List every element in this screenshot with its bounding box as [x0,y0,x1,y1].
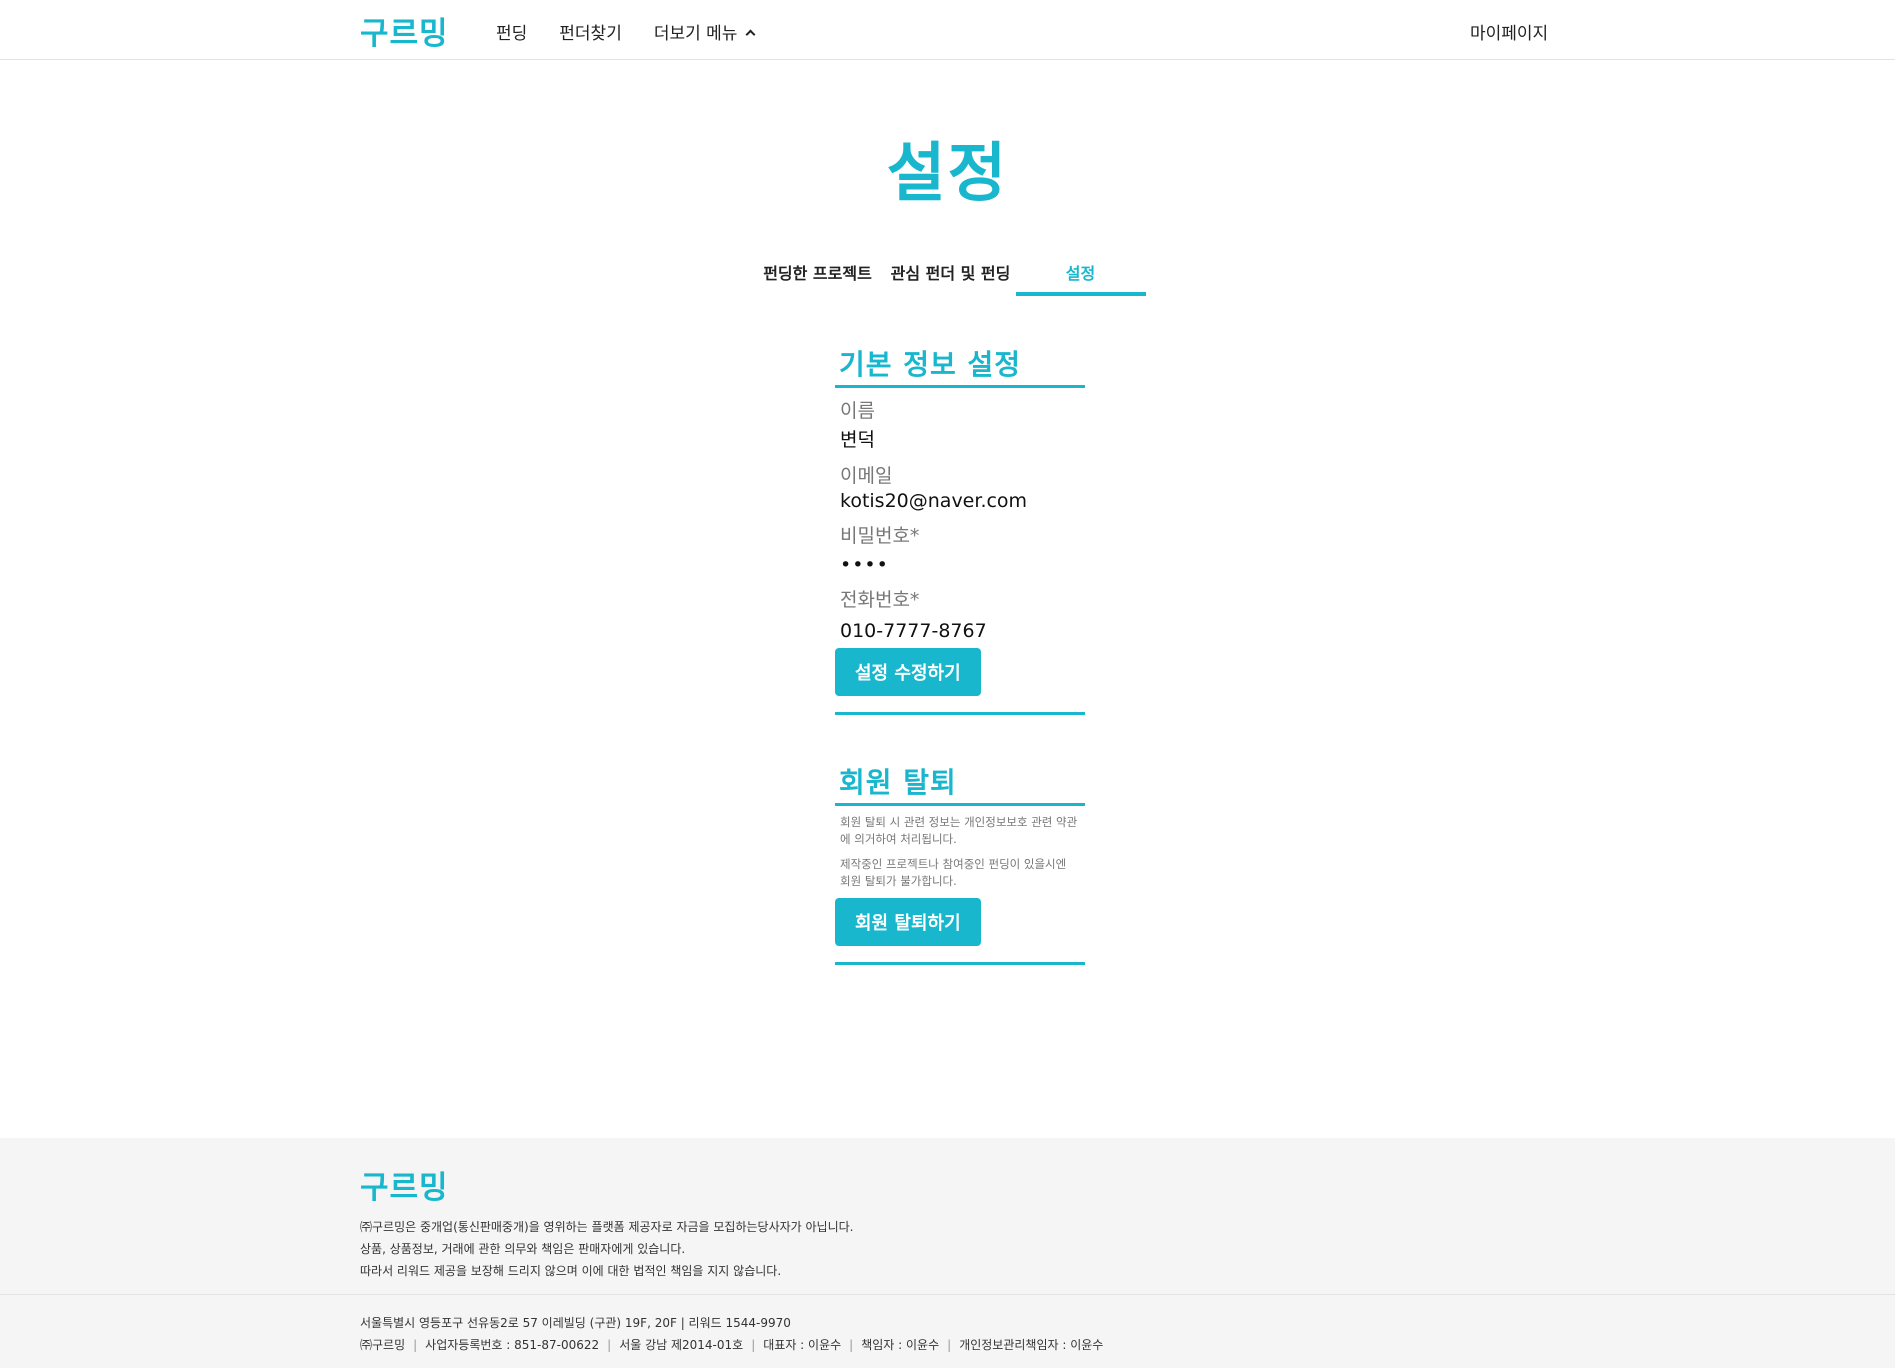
withdraw-note-1: 회원 탈퇴 시 관련 정보는 개인정보보호 관련 약관 에 의거하여 처리됩니다… [835,814,1085,848]
footer-business-row: ㈜구르밍 | 사업자등록번호 : 851-87-00622 | 서울 강남 제2014-… [360,1334,1103,1356]
logo[interactable]: 구르밍 [360,8,449,53]
basic-info-section: 기본 정보 설정 이름 변덕 이메일 kotis20@naver.com 비밀번… [835,343,1085,715]
nav-find-funder[interactable]: 펀더찾기 [559,19,622,44]
section-divider [835,712,1085,715]
withdraw-button[interactable]: 회원 탈퇴하기 [835,898,981,946]
footer-divider [0,1294,1895,1295]
mypage-link[interactable]: 마이페이지 [1470,19,1548,44]
footer-line: 따라서 리워드 제공을 보장해 드리지 않으며 이에 대한 법적인 책임을 지지… [360,1264,782,1278]
footer-registration: 서울 강남 제2014-01호 [619,1338,744,1352]
footer-privacy-manager: 개인정보관리책임자 : 이윤수 [959,1338,1104,1352]
email-label: 이메일 [840,465,893,487]
nav-funding[interactable]: 펀딩 [496,19,527,44]
tab-funded-projects[interactable]: 펀딩한 프로젝트 [750,258,886,296]
separator: | [947,1338,952,1352]
separator: | [413,1338,418,1352]
chevron-up-icon [746,29,756,39]
page-title: 설정 [886,137,1009,211]
password-label: 비밀번호* [840,525,920,547]
withdraw-section: 회원 탈퇴 회원 탈퇴 시 관련 정보는 개인정보보호 관련 약관 에 의거하여… [835,761,1085,965]
name-label: 이름 [840,400,875,422]
footer-company-info: 서울특별시 영등포구 선유동2로 57 이레빌딩 (구관) 19F, 20F |… [360,1312,1103,1356]
nav-more-label: 더보기 메뉴 [653,24,738,44]
password-value: •••• [840,554,889,576]
nav-more-menu[interactable]: 더보기 메뉴 [653,19,756,44]
top-navbar: 구르밍 펀딩 펀더찾기 더보기 메뉴 마이페이지 [0,0,1895,60]
main-nav: 펀딩 펀더찾기 더보기 메뉴 [496,19,786,44]
section-divider [835,962,1085,965]
footer-manager: 책임자 : 이윤수 [861,1338,940,1352]
separator: | [849,1338,854,1352]
footer: 구르밍 ㈜구르밍은 중개업(통신판매중개)을 영위하는 플랫폼 제공자로 자금을… [0,1138,1895,1368]
footer-line: ㈜구르밍은 중개업(통신판매중개)을 영위하는 플랫폼 제공자로 자금을 모집하… [360,1220,854,1234]
phone-value: 010-7777-8767 [840,620,987,642]
withdraw-title: 회원 탈퇴 [835,761,1085,806]
phone-label: 전화번호* [840,589,920,611]
withdraw-note-1-line-2: 에 의거하여 처리됩니다. [840,832,957,846]
separator: | [607,1338,612,1352]
withdraw-note-2: 제작중인 프로젝트나 참여중인 펀딩이 있을시엔 회원 탈퇴가 불가합니다. [835,856,1085,890]
withdraw-note-1-line-1: 회원 탈퇴 시 관련 정보는 개인정보보호 관련 약관 [840,815,1078,829]
basic-info-title: 기본 정보 설정 [835,343,1085,388]
email-value: kotis20@naver.com [840,490,1028,512]
tab-settings[interactable]: 설정 [1015,258,1146,296]
withdraw-note-2-line-1: 제작중인 프로젝트나 참여중인 펀딩이 있을시엔 [840,857,1067,871]
footer-business-no: 사업자등록번호 : 851-87-00622 [425,1338,600,1352]
update-settings-button[interactable]: 설정 수정하기 [835,648,981,696]
withdraw-note-2-line-2: 회원 탈퇴가 불가합니다. [840,874,957,888]
tab-favorites[interactable]: 관심 펀더 및 펀딩 [886,258,1016,296]
mypage-tabs: 펀딩한 프로젝트 관심 펀더 및 펀딩 설정 [0,258,1895,296]
footer-line: 상품, 상품정보, 거래에 관한 의무와 책임은 판매자에게 있습니다. [360,1242,686,1256]
name-value: 변덕 [840,429,875,451]
footer-company: ㈜구르밍 [360,1338,406,1352]
footer-address: 서울특별시 영등포구 선유동2로 57 이레빌딩 (구관) 19F, 20F |… [360,1316,791,1330]
footer-ceo: 대표자 : 이윤수 [763,1338,842,1352]
footer-logo: 구르밍 [360,1170,449,1206]
footer-disclaimer: ㈜구르밍은 중개업(통신판매중개)을 영위하는 플랫폼 제공자로 자금을 모집하… [360,1216,853,1282]
separator: | [751,1338,756,1352]
